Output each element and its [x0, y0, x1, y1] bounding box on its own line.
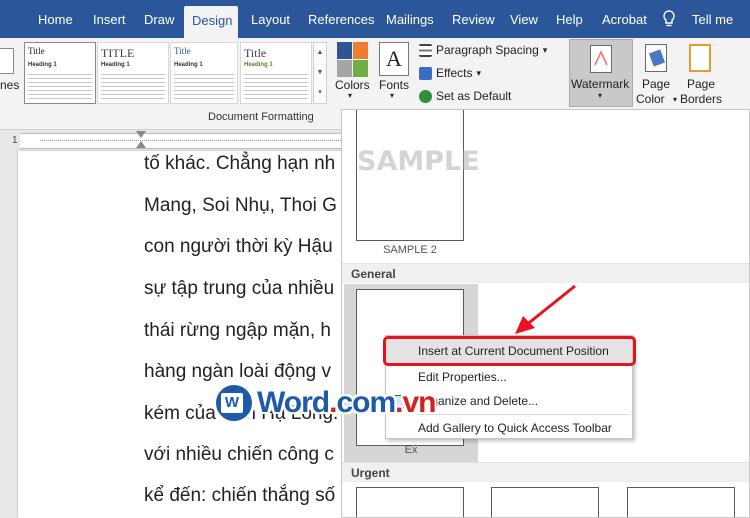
effects-button[interactable]: Effects ▾: [419, 63, 481, 83]
colors-button[interactable]: Colors: [335, 78, 370, 92]
doc-line[interactable]: tố khác. Chẳng hạn nh: [144, 153, 335, 175]
red-arrow-icon: [515, 284, 576, 334]
doc-line[interactable]: kể đến: chiến thắng số: [144, 485, 335, 507]
tab-help[interactable]: Help: [548, 0, 591, 38]
style-set-4[interactable]: Title Heading 1: [240, 42, 312, 104]
more-icon[interactable]: ▾: [314, 83, 326, 103]
tab-mailings[interactable]: Mailings: [378, 0, 442, 38]
tab-references[interactable]: References: [300, 0, 382, 38]
chevron-down-icon: ▾: [542, 44, 548, 55]
tab-home[interactable]: Home: [30, 0, 81, 38]
tab-layout[interactable]: Layout: [243, 0, 298, 38]
document-page[interactable]: tố khác. Chẳng hạn nh Mang, Soi Nhụ, Tho…: [18, 151, 348, 518]
themes-label: nes: [0, 78, 20, 92]
highlight-outline: [383, 336, 636, 366]
chevron-down-icon: ▾: [673, 95, 678, 104]
chevron-down-icon: ▾: [476, 67, 481, 78]
tab-view[interactable]: View: [502, 0, 546, 38]
checkmark-icon: [419, 89, 432, 103]
watermark-urgent-1[interactable]: [356, 487, 464, 517]
page-color-icon[interactable]: [645, 44, 667, 72]
doc-line[interactable]: sự tập trung của nhiều: [144, 278, 334, 300]
tab-review[interactable]: Review: [444, 0, 503, 38]
style-set-3[interactable]: Title Heading 1: [170, 42, 238, 104]
tab-tell-me[interactable]: Tell me: [684, 0, 741, 38]
set-as-default-button[interactable]: Set as Default: [419, 86, 511, 106]
section-urgent: Urgent: [342, 462, 749, 482]
page-borders-icon[interactable]: [689, 44, 711, 72]
paragraph-spacing-icon: [419, 43, 432, 57]
paragraph-spacing-button[interactable]: Paragraph Spacing ▾: [419, 40, 547, 60]
scroll-down-icon[interactable]: ▼: [314, 63, 326, 83]
tab-design[interactable]: Design: [184, 6, 238, 38]
watermark-icon: [590, 45, 612, 73]
doc-line[interactable]: thái rừng ngập mặn, h: [144, 320, 331, 342]
group-document-formatting: Document Formatting: [208, 111, 314, 123]
themes-icon[interactable]: [0, 48, 14, 74]
horizontal-ruler: 1: [0, 131, 350, 151]
watermark-button[interactable]: Watermark ▾: [569, 39, 633, 107]
doc-line[interactable]: con người thời kỳ Hậu: [144, 236, 333, 258]
tab-insert[interactable]: Insert: [85, 0, 134, 38]
chevron-down-icon: ▾: [390, 91, 395, 100]
fonts-icon[interactable]: A: [379, 42, 409, 76]
watermark-sample-2[interactable]: SAMPLE: [356, 110, 480, 241]
effects-icon: [419, 66, 432, 80]
site-logo: W Word.com.vn: [213, 382, 437, 424]
scroll-up-icon[interactable]: ▲: [314, 43, 326, 63]
indent-marker-icon[interactable]: [136, 131, 146, 138]
watermark-urgent-3[interactable]: [627, 487, 735, 517]
tab-draw[interactable]: Draw: [136, 0, 182, 38]
colors-icon[interactable]: [337, 42, 369, 78]
watermark-urgent-2[interactable]: [491, 487, 599, 517]
style-set-2[interactable]: TITLE Heading 1: [97, 42, 169, 104]
doc-line[interactable]: với nhiều chiến công c: [144, 444, 334, 466]
chevron-down-icon: ▾: [348, 91, 353, 100]
hanging-indent-icon[interactable]: [136, 141, 146, 148]
doc-line[interactable]: hàng ngàn loài động v: [144, 361, 331, 383]
fonts-button[interactable]: Fonts: [379, 78, 409, 92]
word-logo-icon: W: [213, 382, 255, 424]
page-borders-button[interactable]: Page: [687, 77, 715, 91]
tab-acrobat[interactable]: Acrobat: [594, 0, 655, 38]
style-set-1[interactable]: Title Heading 1: [24, 42, 96, 104]
chevron-down-icon: ▾: [598, 91, 603, 100]
lightbulb-icon[interactable]: [662, 10, 676, 28]
style-gallery-scroll[interactable]: ▲ ▼ ▾: [313, 42, 327, 104]
page-color-button[interactable]: Page: [642, 77, 670, 91]
ribbon-tab-bar: Home Insert Draw Design Layout Reference…: [0, 0, 750, 38]
doc-line[interactable]: Mang, Soi Nhụ, Thoi G: [144, 195, 337, 217]
